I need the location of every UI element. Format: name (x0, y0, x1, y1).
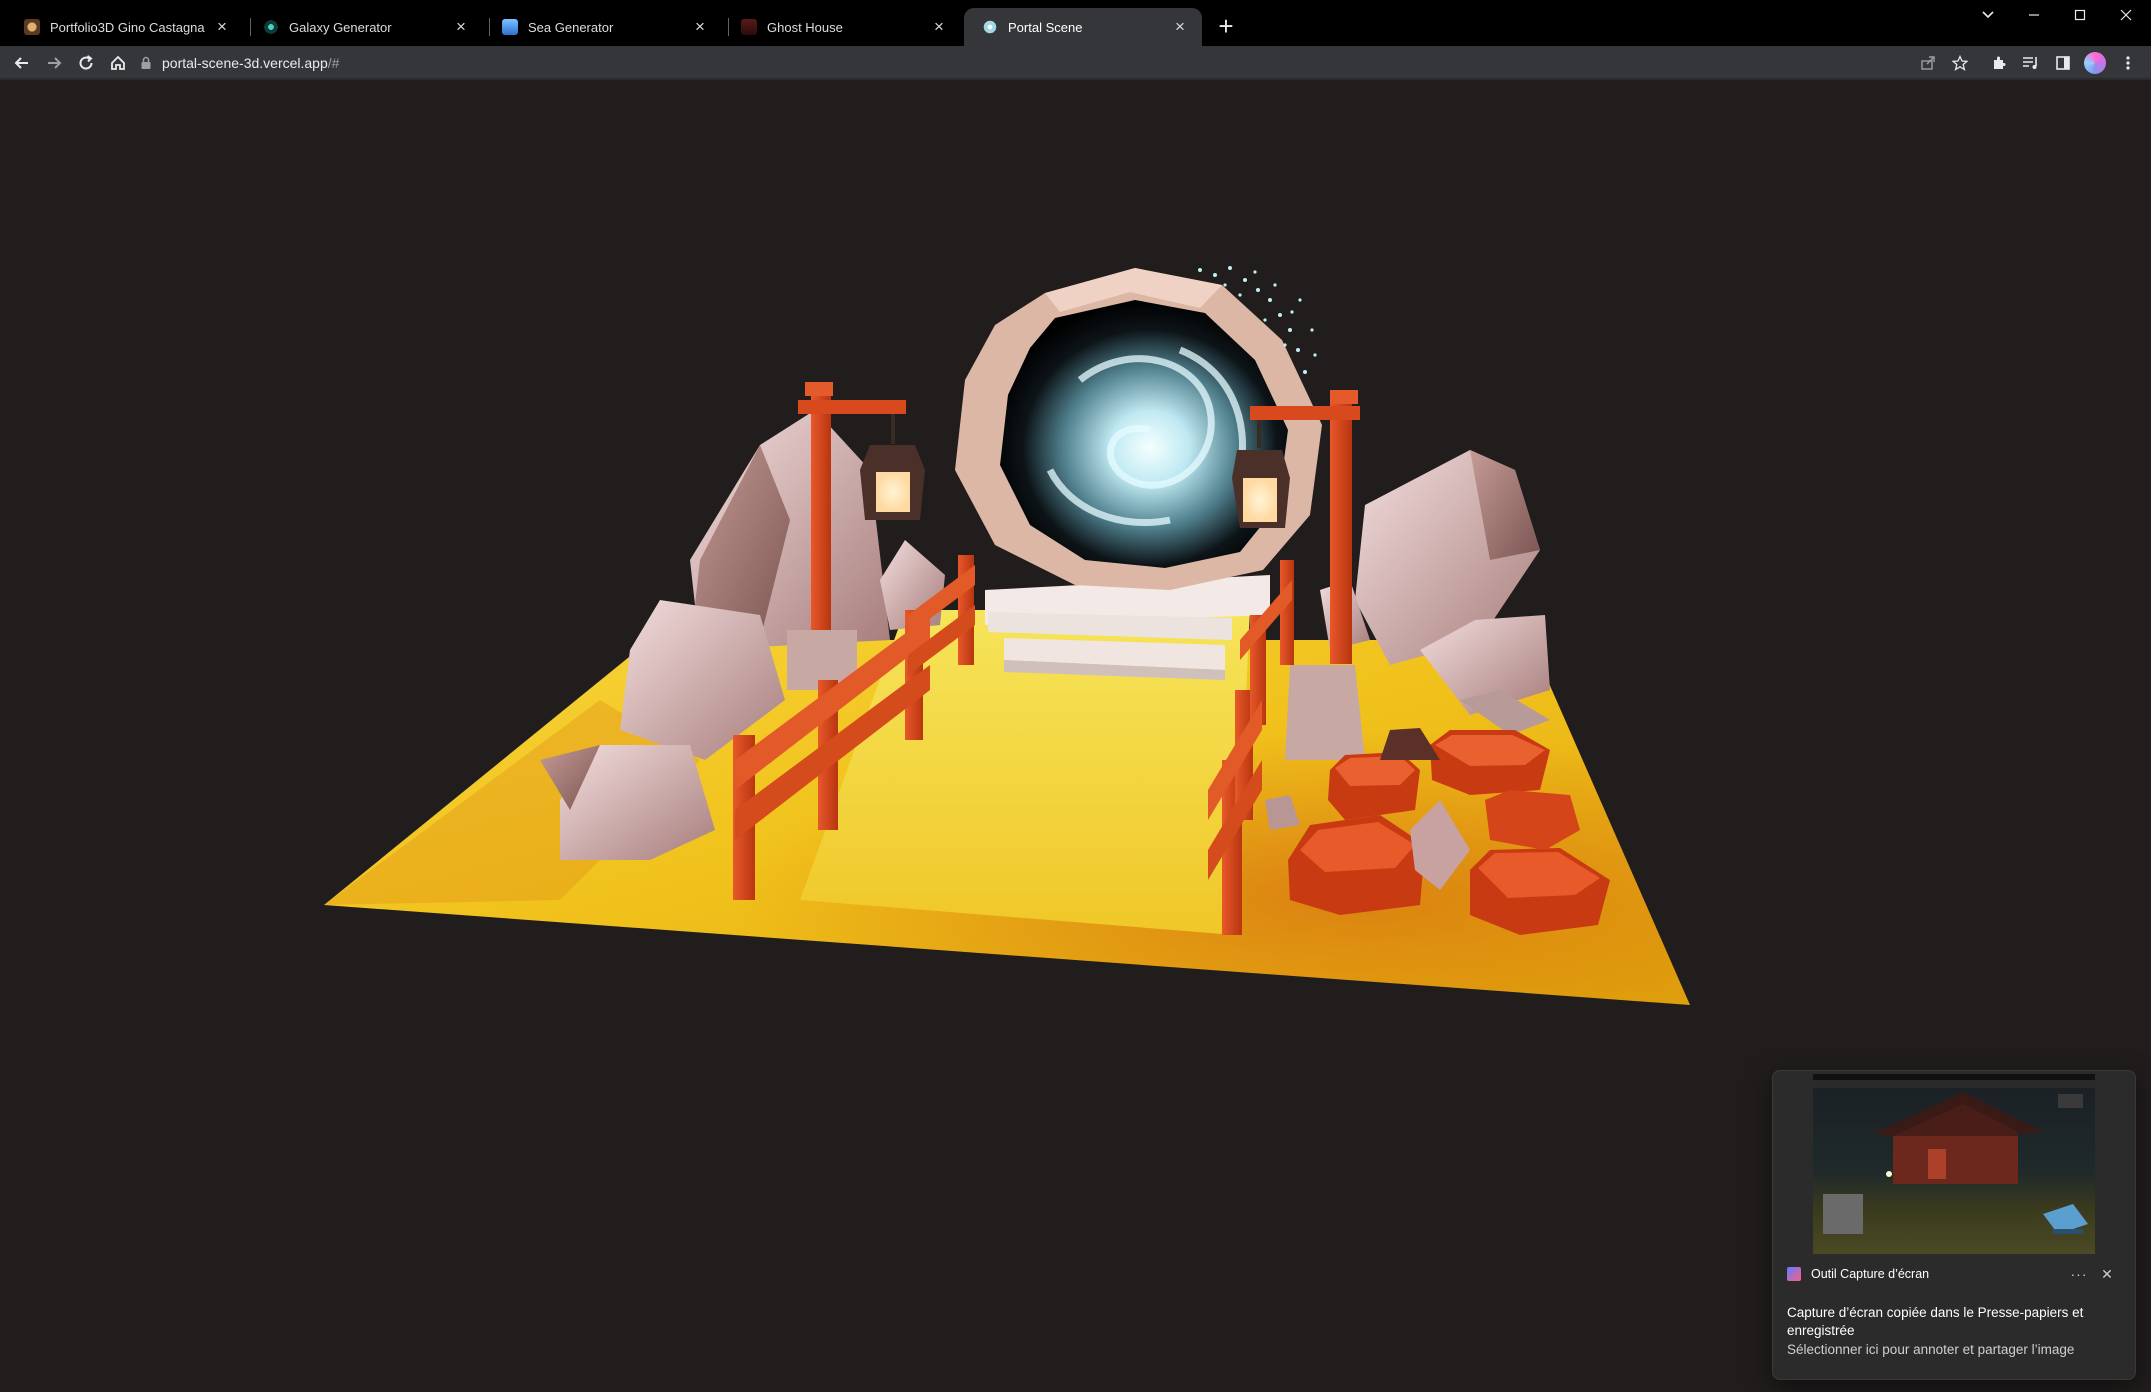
tab-title: Galaxy Generator (289, 19, 392, 35)
reload-icon[interactable] (72, 49, 100, 77)
lantern-left-light (876, 472, 910, 512)
toast-more-options-icon[interactable]: ··· (2065, 1266, 2093, 1282)
lantern-right-light (1243, 478, 1277, 522)
tab-favicon-icon (982, 19, 998, 35)
close-tab-icon[interactable]: × (929, 17, 949, 37)
toast-close-icon[interactable]: ✕ (2093, 1266, 2121, 1283)
side-panel-icon[interactable] (2049, 49, 2077, 77)
tab-favicon-icon (502, 19, 518, 35)
screenshot-thumbnail[interactable] (1813, 1074, 2095, 1254)
tab-title: Sea Generator (528, 19, 614, 35)
tab-search-icon[interactable] (1966, 0, 2010, 30)
webgl-viewport[interactable]: Outil Capture d’écran ··· ✕ Capture d’éc… (0, 80, 2151, 1392)
tab-portal-scene[interactable]: Portal Scene × (964, 8, 1202, 46)
tab-sea-generator[interactable]: Sea Generator × (484, 8, 722, 46)
toast-title: Capture d’écran copiée dans le Presse-pa… (1787, 1305, 2084, 1338)
close-tab-icon[interactable]: × (451, 17, 471, 37)
tab-title: Portfolio3D Gino Castagna (50, 19, 205, 35)
home-icon[interactable] (104, 49, 132, 77)
snipping-tool-toast[interactable]: Outil Capture d’écran ··· ✕ Capture d’éc… (1772, 1070, 2136, 1380)
tab-favicon-icon (741, 19, 757, 35)
media-queue-icon[interactable] (2017, 49, 2045, 77)
snipping-tool-app-icon (1787, 1267, 1801, 1281)
lock-icon[interactable] (140, 56, 152, 70)
close-tab-icon[interactable]: × (212, 17, 232, 37)
tab-favicon-icon (24, 19, 40, 35)
back-icon[interactable] (8, 49, 36, 77)
maximize-icon[interactable] (2058, 0, 2102, 30)
profile-avatar[interactable] (2084, 52, 2106, 74)
tab-galaxy-generator[interactable]: Galaxy Generator × (245, 8, 483, 46)
tab-strip: Portfolio3D Gino Castagna × Galaxy Gener… (0, 0, 2151, 46)
forward-icon[interactable] (40, 49, 68, 77)
new-tab-button[interactable]: + (1212, 11, 1240, 41)
tab-portfolio3d[interactable]: Portfolio3D Gino Castagna × (6, 8, 244, 46)
bookmark-star-icon[interactable] (1946, 49, 1974, 77)
close-tab-icon[interactable]: × (1170, 17, 1190, 37)
extensions-icon[interactable] (1985, 49, 2013, 77)
menu-kebab-icon[interactable] (2114, 49, 2142, 77)
window-close-icon[interactable] (2104, 0, 2148, 30)
tab-favicon-icon (263, 19, 279, 35)
toast-app-name: Outil Capture d’écran (1811, 1267, 1930, 1281)
tab-ghost-house[interactable]: Ghost House × (723, 8, 961, 46)
toast-header: Outil Capture d’écran ··· ✕ (1787, 1263, 2121, 1285)
tab-title: Ghost House (767, 19, 843, 35)
address-bar[interactable]: portal-scene-3d.vercel.app/# (140, 49, 1990, 77)
share-icon[interactable] (1914, 49, 1942, 77)
url-path: /# (327, 55, 340, 71)
tab-title: Portal Scene (1008, 19, 1083, 35)
browser-toolbar: portal-scene-3d.vercel.app/# (0, 46, 2151, 80)
toast-body: Sélectionner ici pour annoter et partage… (1787, 1342, 2075, 1357)
url-host: portal-scene-3d.vercel.app (162, 55, 328, 71)
close-tab-icon[interactable]: × (690, 17, 710, 37)
minimize-icon[interactable] (2012, 0, 2056, 30)
